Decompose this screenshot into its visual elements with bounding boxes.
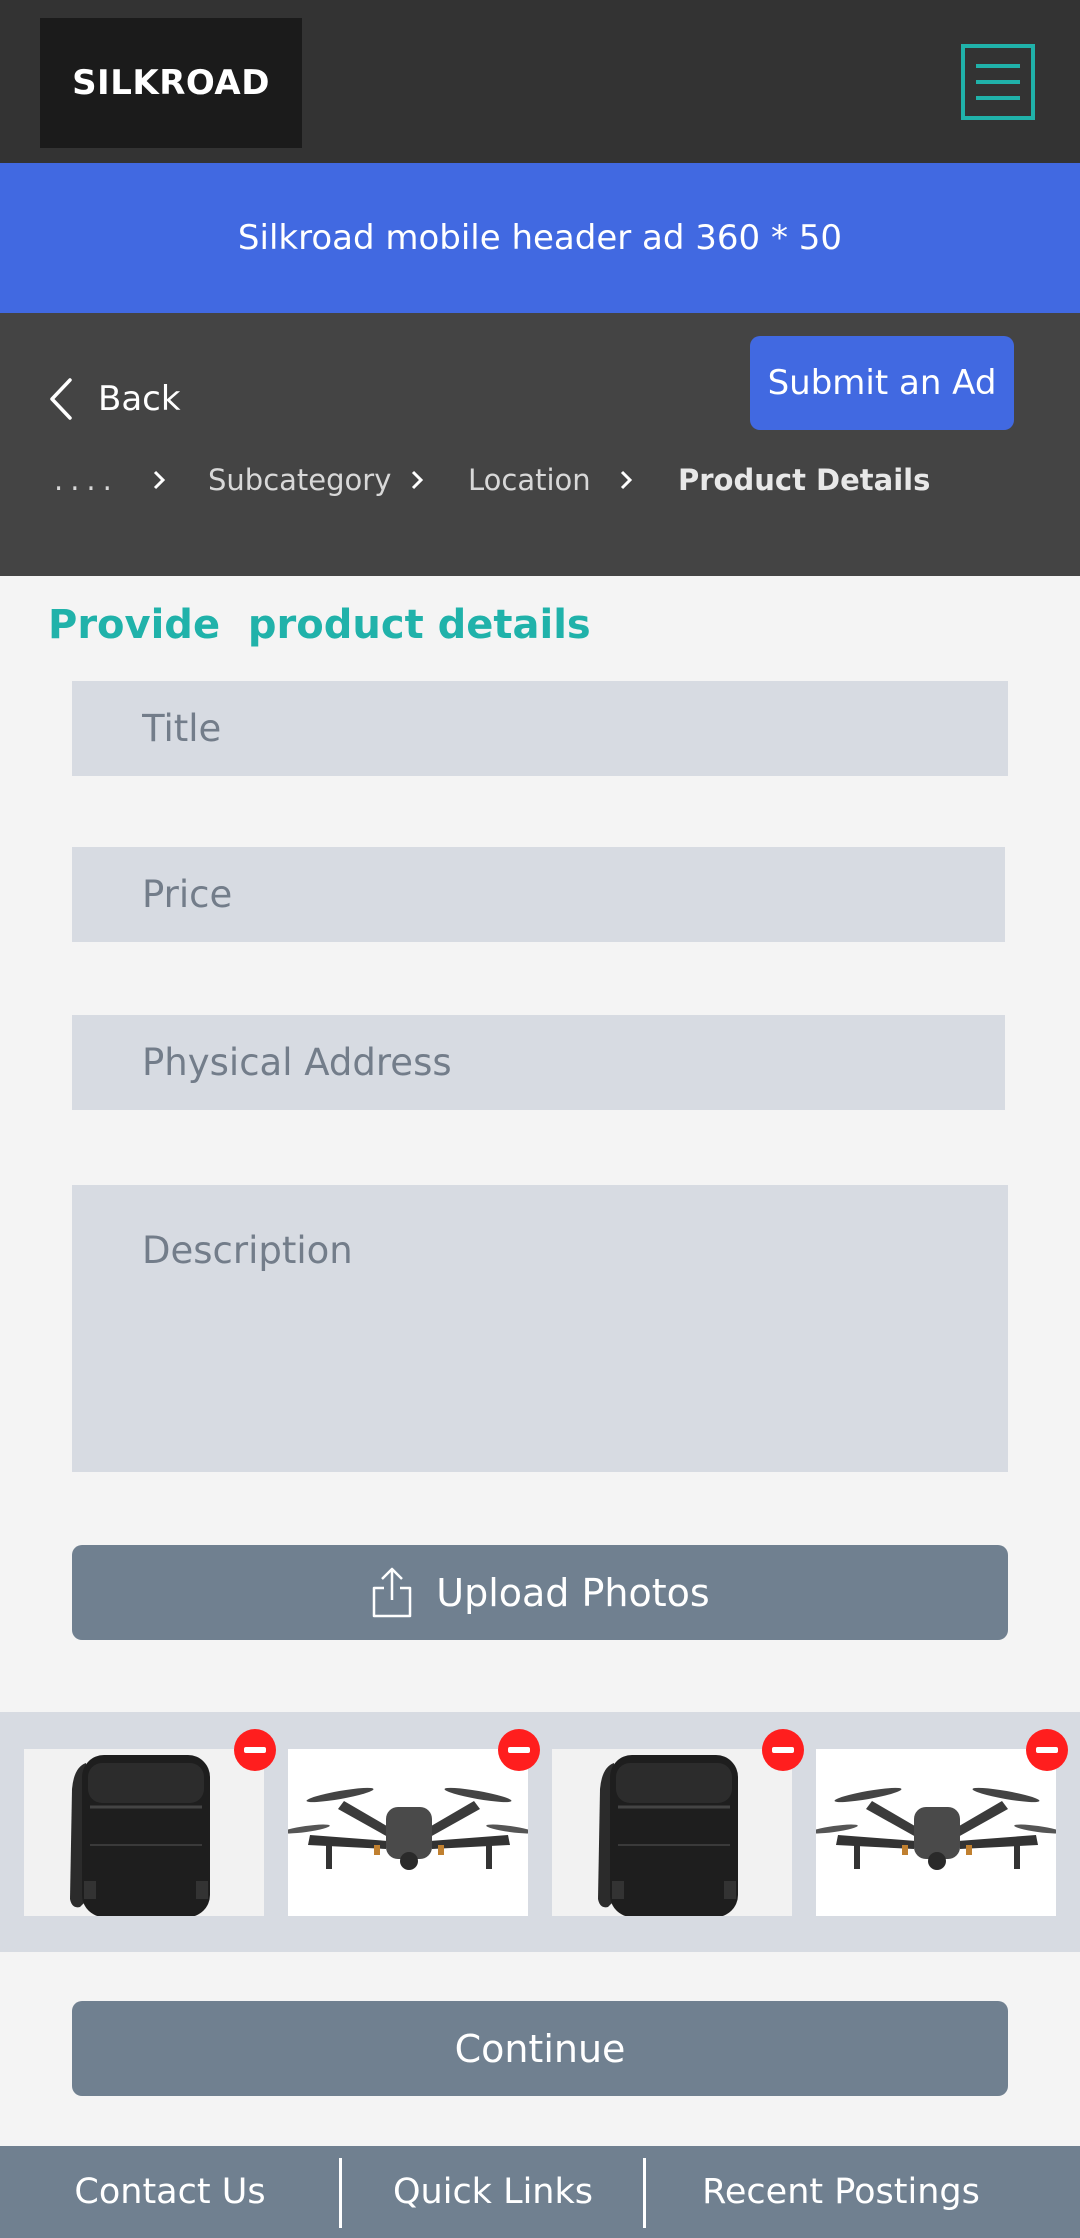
- back-button[interactable]: Back: [48, 359, 181, 439]
- footer-link-quick-links[interactable]: Quick Links: [342, 2146, 644, 2238]
- photo-thumbnail-drone[interactable]: [816, 1749, 1056, 1916]
- photo-thumbnails: [0, 1712, 1080, 1952]
- price-input[interactable]: [72, 847, 1005, 942]
- upload-icon: [373, 1567, 412, 1617]
- chevron-right-icon: [619, 455, 633, 505]
- backpack-image: [24, 1749, 264, 1916]
- footer: Contact Us Quick Links Recent Postings: [0, 2146, 1080, 2238]
- hamburger-menu-icon[interactable]: [961, 44, 1035, 120]
- remove-photo-icon[interactable]: [498, 1729, 540, 1771]
- back-label: Back: [98, 379, 181, 419]
- form-title: Provide product details: [48, 602, 591, 648]
- breadcrumb-item-subcategory[interactable]: Subcategory: [208, 455, 391, 505]
- breadcrumb-item-location[interactable]: Location: [468, 455, 591, 505]
- submit-ad-button[interactable]: Submit an Ad: [750, 336, 1014, 430]
- remove-photo-icon[interactable]: [234, 1729, 276, 1771]
- remove-photo-icon[interactable]: [1026, 1729, 1068, 1771]
- breadcrumb-item-product-details: Product Details: [678, 463, 931, 497]
- upload-photos-button[interactable]: Upload Photos: [72, 1545, 1008, 1640]
- breadcrumb-item-ellipsis[interactable]: ....: [54, 455, 119, 505]
- photo-thumbnail-drone[interactable]: [288, 1749, 528, 1916]
- footer-link-contact-us[interactable]: Contact Us: [0, 2146, 340, 2238]
- drone-image: [816, 1749, 1056, 1916]
- logo[interactable]: SILKROAD: [40, 18, 302, 148]
- drone-image: [288, 1749, 528, 1916]
- upload-photos-label: Upload Photos: [436, 1570, 710, 1615]
- title-input[interactable]: [72, 681, 1008, 776]
- header-ad-banner[interactable]: Silkroad mobile header ad 360 * 50: [0, 163, 1080, 313]
- chevron-left-icon: [50, 378, 72, 420]
- description-textarea[interactable]: [72, 1185, 1008, 1472]
- footer-link-recent-postings[interactable]: Recent Postings: [646, 2146, 1036, 2238]
- remove-photo-icon[interactable]: [762, 1729, 804, 1771]
- chevron-right-icon: [152, 455, 166, 505]
- breadcrumb: .... Subcategory Location Product Detail…: [54, 455, 1054, 505]
- chevron-right-icon: [410, 455, 424, 505]
- photo-thumbnail-backpack[interactable]: [552, 1749, 792, 1916]
- photo-thumbnail-backpack[interactable]: [24, 1749, 264, 1916]
- top-bar: SILKROAD: [0, 0, 1080, 163]
- navigation-bar: Back Submit an Ad .... Subcategory Locat…: [0, 313, 1080, 576]
- address-input[interactable]: [72, 1015, 1005, 1110]
- continue-button[interactable]: Continue: [72, 2001, 1008, 2096]
- backpack-image: [552, 1749, 792, 1916]
